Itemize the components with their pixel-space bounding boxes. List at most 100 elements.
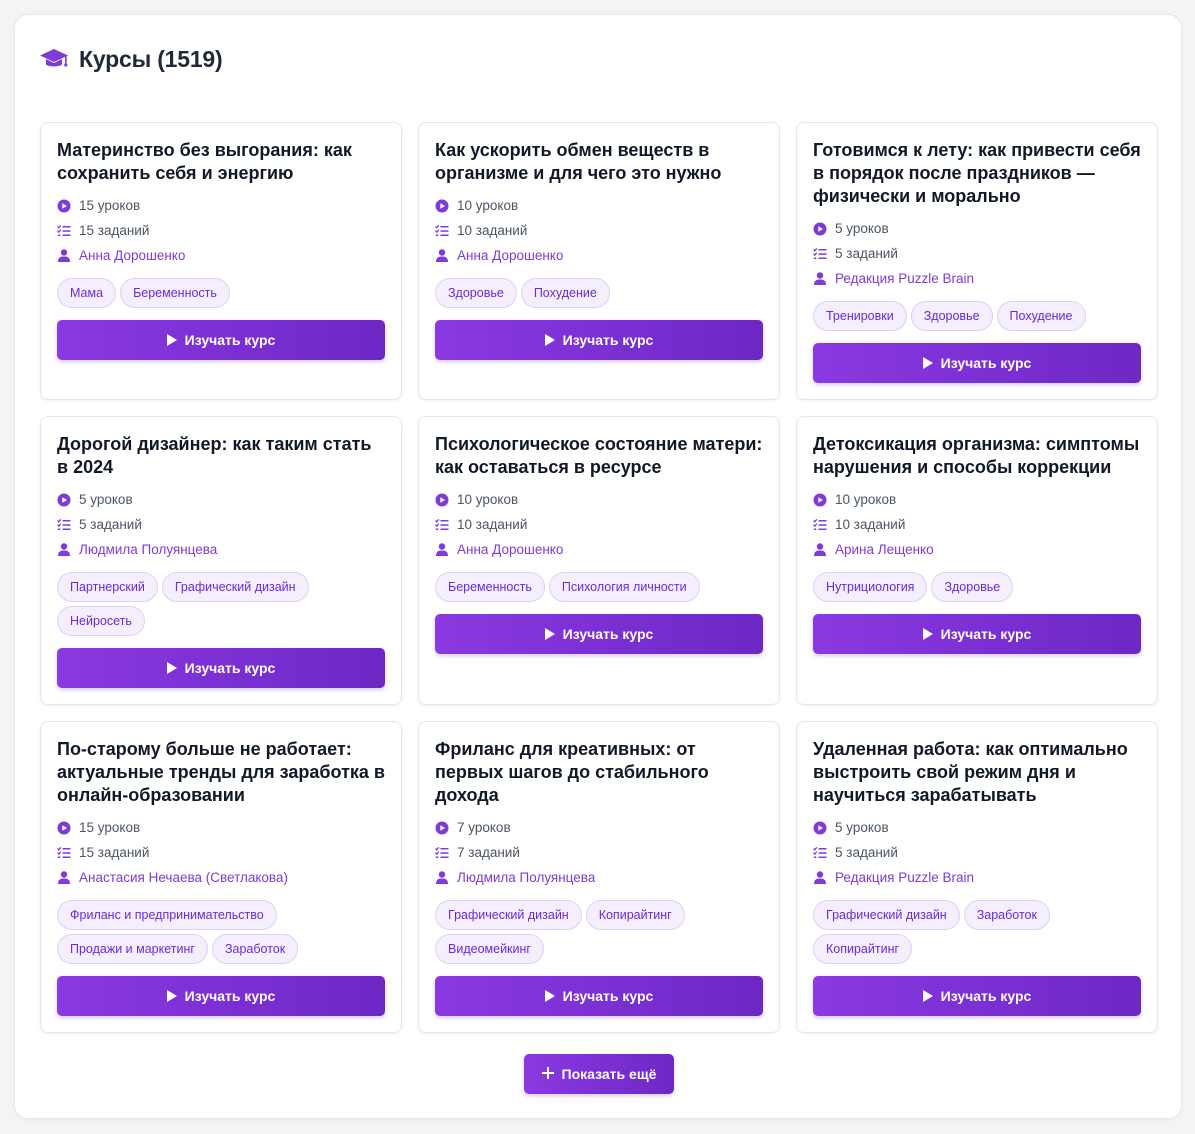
study-course-button[interactable]: Изучать курс xyxy=(57,320,385,360)
lessons-count: 5 уроков xyxy=(813,216,1141,241)
author-name[interactable]: Людмила Полуянцева xyxy=(79,542,217,557)
tag-chip[interactable]: Похудение xyxy=(520,278,610,308)
tag-chip[interactable]: Заработок xyxy=(211,934,299,964)
tag-chip[interactable]: Партнерский xyxy=(57,572,158,602)
tasks-count: 5 заданий xyxy=(57,512,385,537)
tag-list: Графический дизайн Заработок Копирайтинг xyxy=(813,900,1141,964)
author-name[interactable]: Людмила Полуянцева xyxy=(457,870,595,885)
user-icon xyxy=(435,249,449,263)
study-course-button[interactable]: Изучать курс xyxy=(435,976,763,1016)
tag-chip[interactable]: Видеомейкинг xyxy=(435,934,544,964)
tag-chip[interactable]: Психология личности xyxy=(548,572,700,602)
author[interactable]: Арина Лещенко xyxy=(813,537,1141,562)
tag-chip[interactable]: Похудение xyxy=(996,301,1086,331)
author-name[interactable]: Анна Дорошенко xyxy=(79,248,185,263)
tasks-count: 15 заданий xyxy=(57,840,385,865)
checklist-icon xyxy=(57,846,71,860)
study-course-label: Изучать курс xyxy=(940,988,1032,1004)
course-title[interactable]: Готовимся к лету: как привести себя в по… xyxy=(813,139,1141,208)
tag-chip[interactable]: Продажи и маркетинг xyxy=(57,934,208,964)
course-card: Психологическое состояние матери: как ос… xyxy=(418,416,780,705)
user-icon xyxy=(57,249,71,263)
study-course-button[interactable]: Изучать курс xyxy=(435,320,763,360)
course-title[interactable]: Психологическое состояние матери: как ос… xyxy=(435,433,763,479)
author[interactable]: Людмила Полуянцева xyxy=(57,537,385,562)
tag-chip[interactable]: Мама xyxy=(57,278,117,308)
course-title[interactable]: Материнство без выгорания: как сохранить… xyxy=(57,139,385,185)
play-circle-icon xyxy=(435,199,449,213)
author-name[interactable]: Анна Дорошенко xyxy=(457,542,563,557)
tag-chip[interactable]: Графический дизайн xyxy=(813,900,960,930)
user-icon xyxy=(57,543,71,557)
course-card: Как ускорить обмен веществ в организме и… xyxy=(418,122,780,400)
lessons-label: 5 уроков xyxy=(79,492,133,507)
study-course-button[interactable]: Изучать курс xyxy=(57,976,385,1016)
author[interactable]: Анастасия Нечаева (Светлакова) xyxy=(57,865,385,890)
course-title[interactable]: Фриланс для креативных: от первых шагов … xyxy=(435,738,763,807)
tag-chip[interactable]: Копирайтинг xyxy=(585,900,685,930)
author-name[interactable]: Арина Лещенко xyxy=(835,542,934,557)
author[interactable]: Анна Дорошенко xyxy=(435,243,763,268)
author-name[interactable]: Анастасия Нечаева (Светлакова) xyxy=(79,870,288,885)
tag-chip[interactable]: Здоровье xyxy=(931,572,1014,602)
study-course-button[interactable]: Изучать курс xyxy=(435,614,763,654)
lessons-count: 10 уроков xyxy=(435,487,763,512)
tag-chip[interactable]: Здоровье xyxy=(435,278,517,308)
play-circle-icon xyxy=(813,821,827,835)
play-icon xyxy=(544,990,555,1002)
tag-chip[interactable]: Беременность xyxy=(435,572,545,602)
tag-list: Здоровье Похудение xyxy=(435,278,763,308)
tag-chip[interactable]: Фриланс и предпринимательство xyxy=(57,900,277,930)
author[interactable]: Анна Дорошенко xyxy=(435,537,763,562)
tag-chip[interactable]: Нейросеть xyxy=(57,606,145,636)
study-course-button[interactable]: Изучать курс xyxy=(813,976,1141,1016)
play-icon xyxy=(922,628,933,640)
play-circle-icon xyxy=(435,821,449,835)
study-course-button[interactable]: Изучать курс xyxy=(813,614,1141,654)
study-course-label: Изучать курс xyxy=(940,626,1032,642)
author[interactable]: Людмила Полуянцева xyxy=(435,865,763,890)
play-icon xyxy=(166,990,177,1002)
course-card: По-старому больше не работает: актуальны… xyxy=(40,721,402,1033)
author[interactable]: Редакция Puzzle Brain xyxy=(813,865,1141,890)
course-title[interactable]: Детоксикация организма: симптомы нарушен… xyxy=(813,433,1141,479)
tag-chip[interactable]: Здоровье xyxy=(910,301,993,331)
study-course-label: Изучать курс xyxy=(562,626,654,642)
tag-chip[interactable]: Графический дизайн xyxy=(435,900,582,930)
course-title[interactable]: Дорогой дизайнер: как таким стать в 2024 xyxy=(57,433,385,479)
tag-chip[interactable]: Графический дизайн xyxy=(161,572,309,602)
course-title[interactable]: Как ускорить обмен веществ в организме и… xyxy=(435,139,763,185)
author-name[interactable]: Редакция Puzzle Brain xyxy=(835,271,974,286)
user-icon xyxy=(813,543,827,557)
course-grid: Материнство без выгорания: как сохранить… xyxy=(40,122,1158,1033)
study-course-button[interactable]: Изучать курс xyxy=(813,343,1141,383)
tag-chip[interactable]: Тренировки xyxy=(813,301,907,331)
play-circle-icon xyxy=(57,199,71,213)
user-icon xyxy=(57,871,71,885)
course-title[interactable]: Удаленная работа: как оптимально выстрои… xyxy=(813,738,1141,807)
show-more-button[interactable]: Показать ещё xyxy=(524,1054,674,1094)
tag-chip[interactable]: Заработок xyxy=(963,900,1050,930)
tag-list: Тренировки Здоровье Похудение xyxy=(813,301,1141,331)
course-card: Готовимся к лету: как привести себя в по… xyxy=(796,122,1158,400)
play-icon xyxy=(922,357,933,369)
course-card: Материнство без выгорания: как сохранить… xyxy=(40,122,402,400)
checklist-icon xyxy=(813,518,827,532)
tag-list: Мама Беременность xyxy=(57,278,385,308)
author-name[interactable]: Анна Дорошенко xyxy=(457,248,563,263)
tag-chip[interactable]: Беременность xyxy=(120,278,230,308)
tag-list: Графический дизайн Копирайтинг Видеомейкин… xyxy=(435,900,763,964)
page-title: Курсы (1519) xyxy=(79,45,223,72)
tag-chip[interactable]: Нутрициология xyxy=(813,572,928,602)
author-name[interactable]: Редакция Puzzle Brain xyxy=(835,870,974,885)
author[interactable]: Редакция Puzzle Brain xyxy=(813,266,1141,291)
checklist-icon xyxy=(57,224,71,238)
course-title[interactable]: По-старому больше не работает: актуальны… xyxy=(57,738,385,807)
user-icon xyxy=(435,543,449,557)
user-icon xyxy=(435,871,449,885)
study-course-button[interactable]: Изучать курс xyxy=(57,648,385,688)
lessons-label: 7 уроков xyxy=(457,820,511,835)
tag-chip[interactable]: Копирайтинг xyxy=(813,934,913,964)
lessons-count: 7 уроков xyxy=(435,815,763,840)
author[interactable]: Анна Дорошенко xyxy=(57,243,385,268)
